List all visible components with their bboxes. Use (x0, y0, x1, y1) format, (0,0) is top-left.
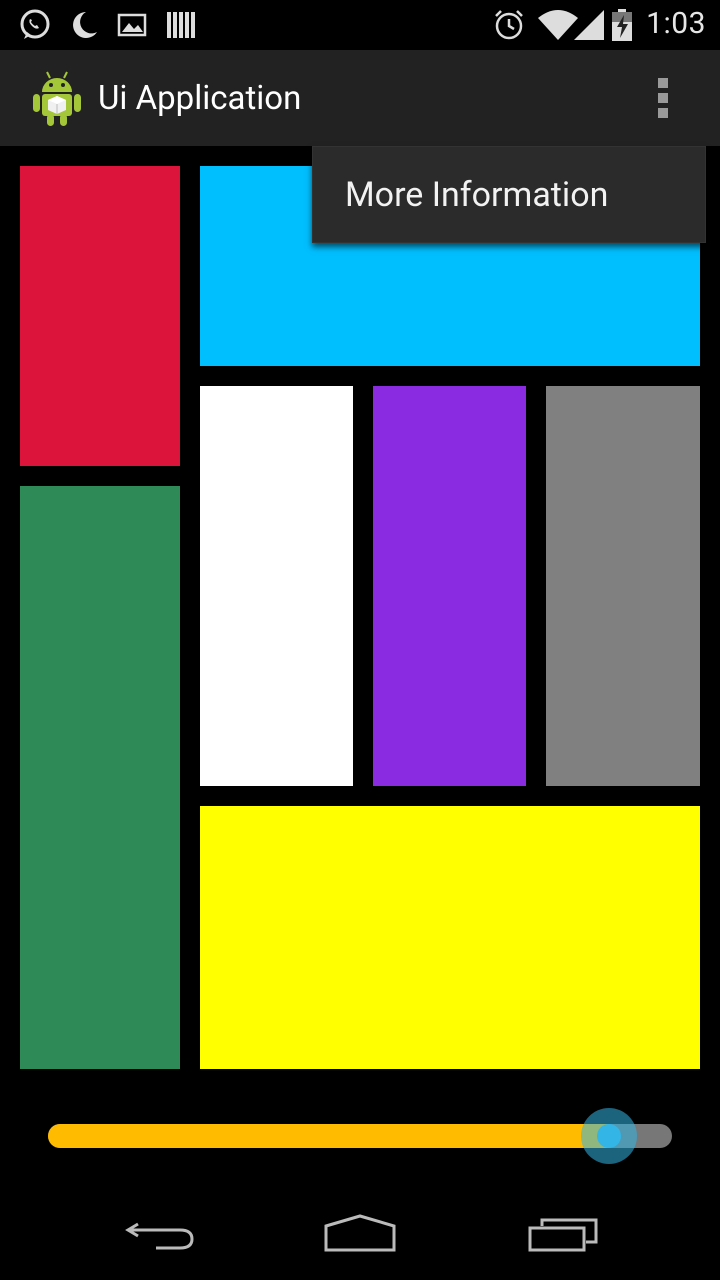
recents-icon[interactable] (524, 1206, 604, 1256)
navigation-bar (0, 1184, 720, 1280)
whatsapp-icon (20, 9, 50, 39)
gray-tile (546, 386, 700, 786)
red-tile (20, 166, 180, 466)
battery-charging-icon (612, 9, 632, 41)
seekbar-progress (48, 1124, 610, 1148)
white-tile (200, 386, 353, 786)
back-icon[interactable] (120, 1206, 200, 1256)
overflow-menu-icon[interactable] (646, 74, 682, 122)
seekbar-thumb[interactable] (597, 1124, 621, 1148)
overflow-popup-menu: More Information (312, 146, 706, 243)
purple-tile (373, 386, 526, 786)
action-bar: Ui Application (0, 50, 720, 146)
green-tile (20, 486, 180, 1069)
status-clock: 1:03 (646, 6, 706, 41)
image-icon (117, 13, 147, 37)
status-bar: 1:03 (0, 0, 720, 50)
moon-icon (73, 12, 97, 38)
app-title: Ui Application (98, 79, 302, 118)
alarm-icon (495, 10, 523, 40)
android-icon (33, 71, 81, 126)
barcode-icon (167, 12, 195, 38)
home-icon[interactable] (320, 1206, 400, 1256)
signal-icon (574, 10, 604, 40)
yellow-tile (200, 806, 700, 1069)
menu-item-more-information[interactable]: More Information (345, 175, 608, 215)
